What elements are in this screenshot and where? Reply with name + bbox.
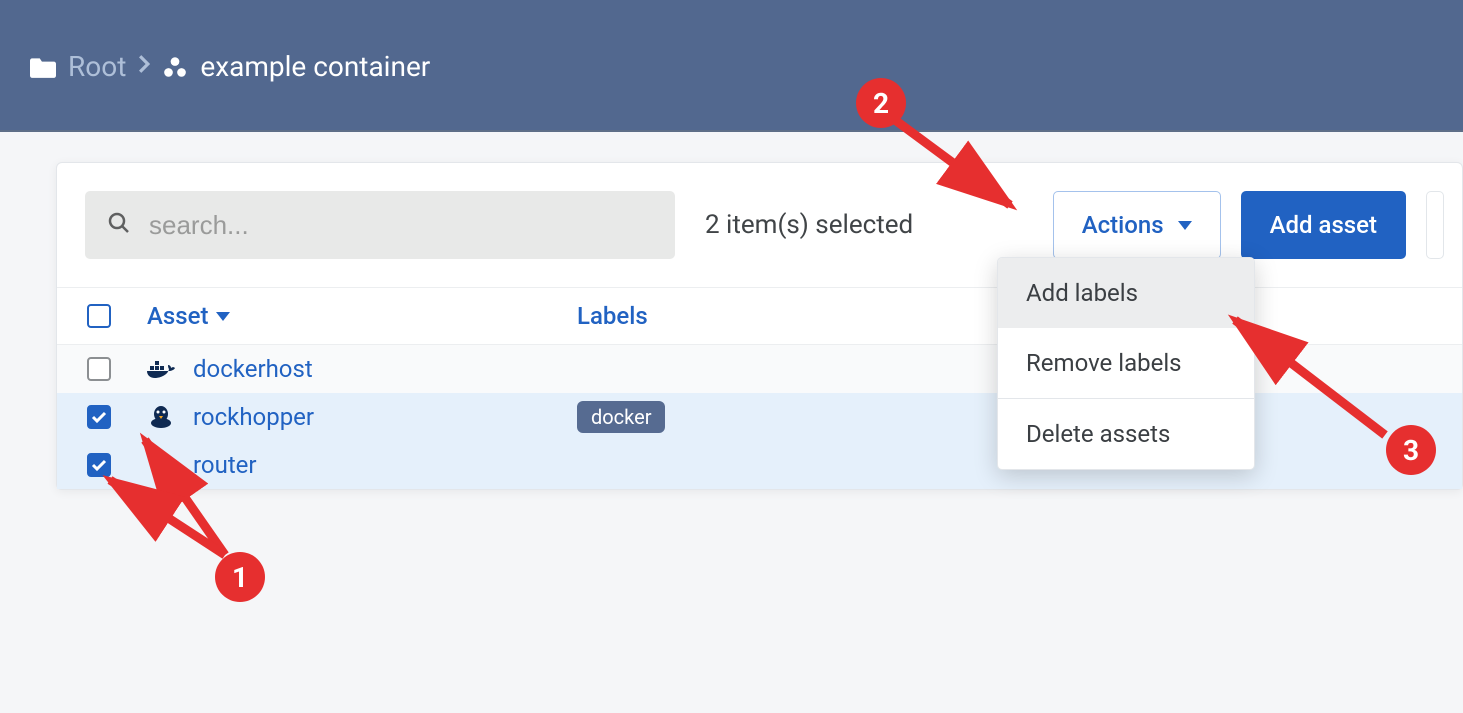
overflow-button[interactable] — [1426, 191, 1444, 259]
annotation-badge-2: 2 — [856, 78, 906, 128]
network-icon — [147, 454, 175, 476]
row-checkbox[interactable] — [87, 357, 111, 381]
actions-dropdown: Add labels Remove labels Delete assets — [997, 257, 1255, 470]
actions-label: Actions — [1082, 211, 1164, 239]
caret-down-icon — [1178, 221, 1192, 230]
folder-icon — [30, 56, 56, 78]
breadcrumb-current: example container — [200, 50, 430, 83]
add-asset-label: Add asset — [1270, 211, 1377, 239]
menu-item-add-labels[interactable]: Add labels — [998, 258, 1254, 328]
add-asset-button[interactable]: Add asset — [1241, 191, 1406, 259]
docker-icon — [147, 359, 175, 379]
column-header-asset[interactable]: Asset — [147, 302, 547, 330]
menu-item-delete-assets[interactable]: Delete assets — [998, 399, 1254, 469]
search-input[interactable] — [149, 210, 653, 241]
linux-icon — [147, 405, 175, 429]
row-checkbox[interactable] — [87, 453, 111, 477]
actions-button[interactable]: Actions — [1053, 191, 1221, 259]
breadcrumb: Root example container — [30, 50, 430, 83]
sort-caret-icon — [216, 312, 230, 321]
annotation-badge-3: 3 — [1386, 425, 1436, 475]
asset-link[interactable]: router — [193, 451, 257, 479]
container-icon — [162, 56, 188, 78]
assets-panel: 2 item(s) selected Actions Add asset Ass… — [56, 162, 1463, 490]
selection-count: 2 item(s) selected — [695, 210, 1033, 240]
breadcrumb-root[interactable]: Root — [68, 50, 126, 83]
search-icon — [107, 211, 131, 239]
select-all-checkbox[interactable] — [87, 304, 111, 328]
app-header: Root example container — [0, 0, 1463, 130]
search-box[interactable] — [85, 191, 675, 259]
menu-item-remove-labels[interactable]: Remove labels — [998, 328, 1254, 398]
content-area: 2 item(s) selected Actions Add asset Ass… — [0, 130, 1463, 713]
asset-link[interactable]: dockerhost — [193, 355, 313, 383]
row-checkbox[interactable] — [87, 405, 111, 429]
label-chip[interactable]: docker — [577, 401, 665, 433]
annotation-badge-1: 1 — [215, 552, 265, 602]
asset-link[interactable]: rockhopper — [193, 403, 314, 431]
chevron-right-icon — [138, 54, 150, 79]
